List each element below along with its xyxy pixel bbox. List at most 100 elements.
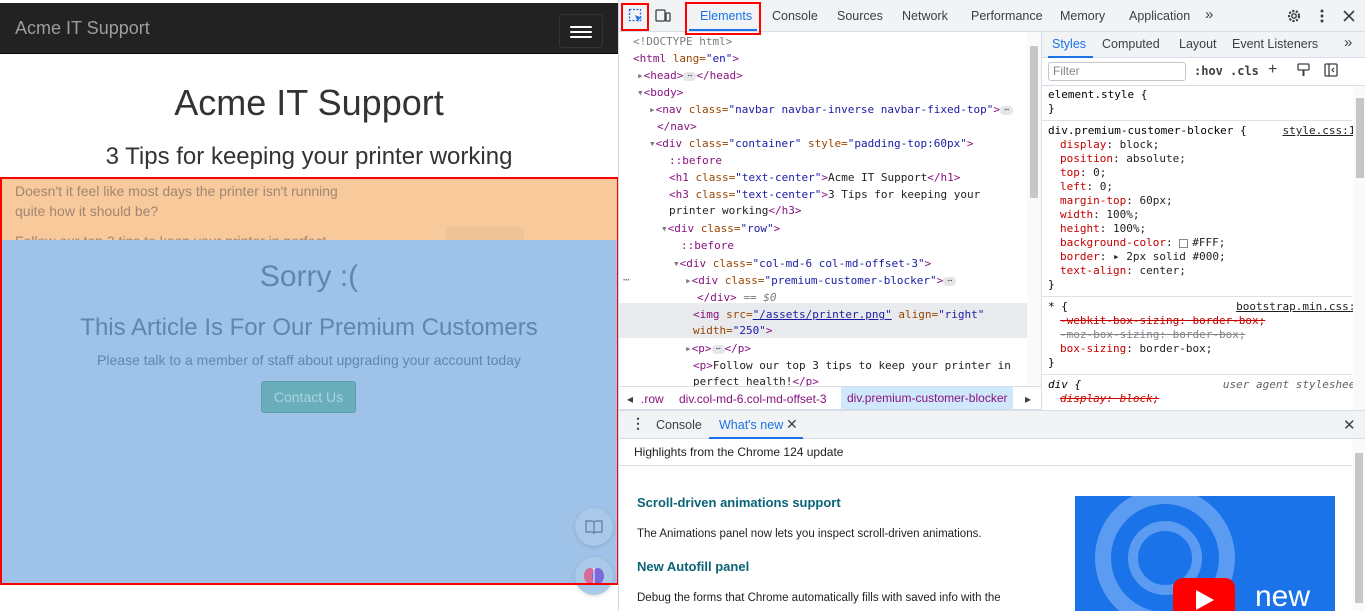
- css-property-value[interactable]: 2px solid #000: [1126, 250, 1219, 263]
- tab-layout[interactable]: Layout: [1179, 37, 1217, 51]
- drawer-menu-icon[interactable]: ⋮: [631, 415, 645, 432]
- reader-book-icon[interactable]: [575, 508, 613, 546]
- css-property-name[interactable]: position: [1060, 152, 1113, 165]
- css-declaration[interactable]: height: 100%;: [1048, 222, 1352, 236]
- tab-memory[interactable]: Memory: [1060, 9, 1105, 23]
- class-toggle[interactable]: .cls: [1230, 64, 1259, 78]
- breadcrumb-item-current[interactable]: div.premium-customer-blocker: [841, 387, 1014, 409]
- dom-line[interactable]: ▾<div class="row">: [661, 221, 780, 236]
- hover-state-toggle[interactable]: :hov: [1194, 64, 1223, 78]
- css-declaration[interactable]: border: ▸ 2px solid #000;: [1048, 250, 1352, 264]
- tab-performance[interactable]: Performance: [971, 9, 1043, 23]
- close-drawer-icon[interactable]: ✕: [1343, 416, 1356, 434]
- more-options-icon[interactable]: [1310, 4, 1334, 28]
- css-property-value[interactable]: border-box: [1139, 342, 1205, 355]
- dom-line[interactable]: ▸<p> ⋯ </p>: [685, 341, 751, 356]
- ellipsis-icon[interactable]: ⋯: [943, 276, 957, 286]
- expand-shorthand-icon[interactable]: ▸: [1113, 250, 1126, 263]
- scrollbar-thumb[interactable]: [1355, 453, 1363, 603]
- css-property-name[interactable]: background-color: [1060, 236, 1166, 249]
- css-property-value[interactable]: 100%: [1106, 208, 1133, 221]
- tab-event-listeners[interactable]: Event Listeners: [1232, 37, 1318, 51]
- css-property-name[interactable]: border: [1060, 250, 1100, 263]
- tab-network[interactable]: Network: [902, 9, 948, 23]
- css-property-value[interactable]: absolute: [1126, 152, 1179, 165]
- css-declaration[interactable]: left: 0;: [1048, 180, 1352, 194]
- breadcrumb-item[interactable]: .row: [641, 392, 664, 406]
- dom-line[interactable]: </nav>: [657, 119, 697, 134]
- dom-line[interactable]: width="250">: [693, 323, 773, 338]
- css-selector[interactable]: element.style {: [1048, 88, 1352, 102]
- feature-title[interactable]: New Autofill panel: [637, 559, 749, 574]
- scrollbar-thumb[interactable]: [1030, 46, 1038, 198]
- tab-console[interactable]: Console: [772, 9, 818, 23]
- dom-line[interactable]: <html lang="en">: [633, 51, 739, 66]
- css-property-name[interactable]: top: [1060, 166, 1080, 179]
- css-property-value[interactable]: center: [1139, 264, 1179, 277]
- device-toolbar-icon[interactable]: [651, 4, 675, 28]
- css-declaration[interactable]: background-color: #FFF;: [1048, 236, 1352, 250]
- dom-line[interactable]: ▸<head> ⋯ </head>: [637, 68, 743, 83]
- css-property-name[interactable]: width: [1060, 208, 1093, 221]
- css-declaration-overridden[interactable]: -webkit-box-sizing: border-box;: [1060, 314, 1265, 327]
- feature-title[interactable]: Scroll-driven animations support: [637, 495, 841, 510]
- dom-line[interactable]: ::before: [669, 153, 722, 168]
- drawer-tab-whats-new[interactable]: What's new: [719, 418, 783, 432]
- css-declaration-overridden[interactable]: display: block;: [1060, 392, 1159, 405]
- css-property-name[interactable]: box-sizing: [1060, 342, 1126, 355]
- styles-scrollbar[interactable]: [1353, 86, 1365, 410]
- dom-line[interactable]: </div> == $0: [697, 290, 777, 305]
- css-property-value[interactable]: 100%: [1113, 222, 1140, 235]
- stylesheet-link[interactable]: style.css:18: [1283, 124, 1362, 137]
- dom-line[interactable]: <img src="/assets/printer.png" align="ri…: [693, 307, 984, 322]
- css-property-name[interactable]: -moz-box-sizing:: [1060, 328, 1166, 341]
- dom-line[interactable]: perfect health!</p>: [693, 374, 819, 386]
- tab-styles[interactable]: Styles: [1052, 37, 1086, 51]
- css-property-value[interactable]: 0: [1093, 166, 1100, 179]
- dom-line[interactable]: ▸<nav class="navbar navbar-inverse navba…: [649, 102, 1014, 117]
- css-property-value[interactable]: block: [1120, 138, 1153, 151]
- close-tab-icon[interactable]: ✕: [786, 416, 798, 433]
- more-tabs-chevron-icon[interactable]: »: [1205, 6, 1213, 23]
- dom-line[interactable]: printer working</h3>: [669, 203, 801, 218]
- more-tabs-chevron-icon[interactable]: »: [1344, 34, 1352, 51]
- css-property-value[interactable]: border-box;: [1166, 328, 1246, 341]
- new-rule-plus-icon[interactable]: +: [1268, 61, 1277, 79]
- breadcrumb-scroll-right-icon[interactable]: ▸: [1025, 392, 1031, 406]
- navbar-brand[interactable]: Acme IT Support: [15, 18, 150, 39]
- dom-scrollbar[interactable]: [1027, 32, 1041, 386]
- settings-gear-icon[interactable]: [1282, 4, 1306, 28]
- css-property-name[interactable]: margin-top: [1060, 194, 1126, 207]
- color-palette-icon[interactable]: [1297, 63, 1310, 80]
- dom-line-selected[interactable]: ▸<div class="premium-customer-blocker"> ⋯: [685, 273, 957, 288]
- css-declaration[interactable]: width: 100%;: [1048, 208, 1352, 222]
- tab-sources[interactable]: Sources: [837, 9, 883, 23]
- dom-line-gutter-icon[interactable]: ⋯: [623, 272, 630, 287]
- ellipsis-icon[interactable]: ⋯: [683, 71, 697, 81]
- css-declaration[interactable]: display: block;: [1048, 138, 1352, 152]
- stylesheet-link[interactable]: bootstrap.min.css:5: [1236, 300, 1362, 313]
- contact-us-button[interactable]: Contact Us: [261, 381, 356, 413]
- dom-line[interactable]: <h1 class="text-center">Acme IT Support<…: [669, 170, 960, 185]
- dom-line[interactable]: <!DOCTYPE html>: [633, 34, 732, 49]
- css-declaration[interactable]: margin-top: 60px;: [1048, 194, 1352, 208]
- css-property-value[interactable]: #FFF: [1192, 236, 1219, 249]
- css-property-name[interactable]: display: [1060, 138, 1106, 151]
- css-property-name[interactable]: text-align: [1060, 264, 1126, 277]
- dom-line[interactable]: ▾<div class="container" style="padding-t…: [649, 136, 974, 151]
- css-declaration[interactable]: text-align: center;: [1048, 264, 1352, 278]
- close-devtools-icon[interactable]: [1337, 4, 1361, 28]
- drawer-scrollbar[interactable]: [1352, 439, 1365, 611]
- breadcrumb-item[interactable]: div.col-md-6.col-md-offset-3: [679, 392, 827, 406]
- drawer-tab-console[interactable]: Console: [656, 418, 702, 432]
- breadcrumb-scroll-left-icon[interactable]: ◂: [627, 392, 633, 406]
- inspect-element-icon[interactable]: [624, 4, 648, 28]
- tab-computed[interactable]: Computed: [1102, 37, 1160, 51]
- ellipsis-icon[interactable]: ⋯: [1000, 105, 1014, 115]
- tab-elements[interactable]: Elements: [700, 9, 752, 23]
- css-property-value[interactable]: 60px: [1139, 194, 1166, 207]
- scrollbar-thumb[interactable]: [1356, 98, 1364, 178]
- css-property-name[interactable]: left: [1060, 180, 1087, 193]
- css-declaration[interactable]: position: absolute;: [1048, 152, 1352, 166]
- dom-line[interactable]: <p>Follow our top 3 tips to keep your pr…: [693, 358, 1011, 373]
